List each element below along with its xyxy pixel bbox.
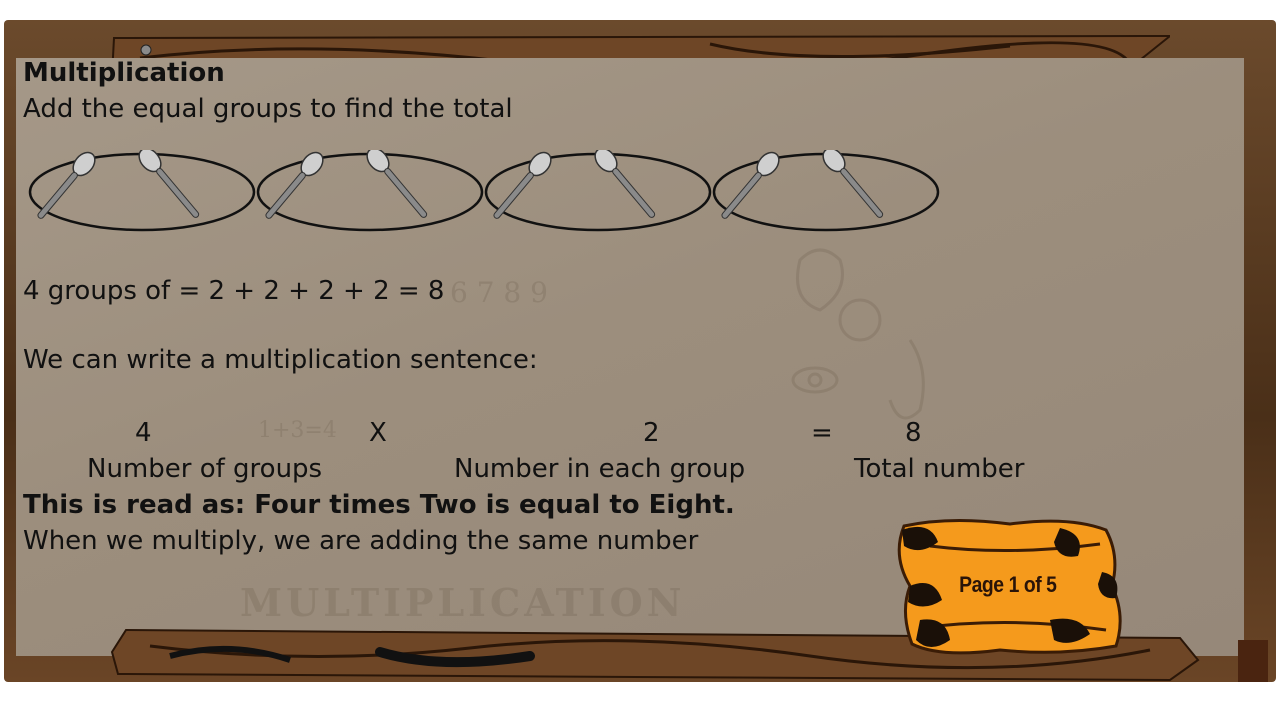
- per-group-label: Number in each group: [454, 454, 746, 484]
- read-as-sentence: This is read as: Four times Two is equal…: [23, 490, 735, 520]
- total-value: 8: [905, 418, 922, 448]
- times-symbol: X: [369, 418, 387, 448]
- spoon-icon: [37, 151, 96, 219]
- page-indicator: Page 1 of 5: [959, 572, 1057, 597]
- groups-value: 4: [135, 418, 152, 448]
- spoon-groups: [28, 150, 940, 232]
- groups-equation: 4 groups of = 2 + 2 + 2 + 2 = 8: [23, 276, 445, 306]
- equals-symbol: =: [811, 418, 833, 448]
- frame-corner: [1238, 640, 1268, 682]
- group-3: [484, 150, 712, 232]
- lesson-instruction: Add the equal groups to find the total: [23, 94, 513, 124]
- watermark-creature-art: [791, 248, 925, 420]
- group-2: [256, 150, 484, 232]
- per-group-value: 2: [643, 418, 660, 448]
- groups-label: Number of groups: [87, 454, 323, 484]
- group-4: [712, 150, 940, 232]
- lesson-title: Multiplication: [23, 58, 225, 88]
- spoon-icon: [138, 150, 200, 218]
- explanation: When we multiply, we are adding the same…: [23, 526, 699, 556]
- lesson-screen: 6 7 8 9 1+3=4 MULTIPLICATION Multiplicat…: [0, 0, 1282, 720]
- sentence-intro: We can write a multiplication sentence:: [23, 345, 538, 375]
- total-label: Total number: [854, 454, 1025, 484]
